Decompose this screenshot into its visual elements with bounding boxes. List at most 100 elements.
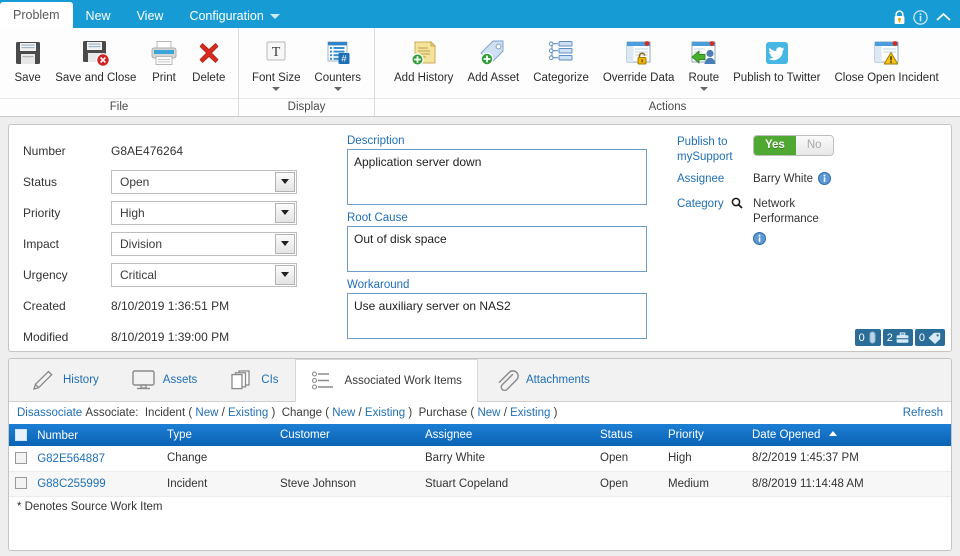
column-header-customer[interactable]: Customer <box>274 424 419 446</box>
impact-dropdown[interactable]: Division <box>111 232 297 256</box>
add-asset-button-label: Add Asset <box>467 72 519 85</box>
briefcase-icon <box>896 332 909 344</box>
assignee-row: Assignee Barry White <box>677 172 939 190</box>
status-dropdown[interactable]: Open <box>111 170 297 194</box>
chevron-down-icon[interactable] <box>275 234 295 254</box>
add-history-button-label: Add History <box>394 72 453 85</box>
assignee-label[interactable]: Assignee <box>677 172 753 187</box>
table-row[interactable]: G82E564887 Change Barry White Open High … <box>9 446 951 471</box>
work-item-number-link[interactable]: G82E564887 <box>37 453 105 465</box>
override-data-button[interactable]: Override Data <box>596 34 682 85</box>
ribbon-tab-configuration[interactable]: Configuration <box>176 4 292 28</box>
tags-badge-count: 0 <box>919 332 925 344</box>
categorize-icon <box>546 36 576 70</box>
table-row[interactable]: G88C255999 Incident Steve Johnson Stuart… <box>9 471 951 496</box>
column-header-type[interactable]: Type <box>161 424 274 446</box>
incident-new-link[interactable]: New <box>195 407 218 419</box>
urgency-dropdown[interactable]: Critical <box>111 263 297 287</box>
change-existing-link[interactable]: Existing <box>365 407 405 419</box>
collapse-ribbon-icon[interactable] <box>935 11 952 24</box>
ribbon-tab-view[interactable]: View <box>124 4 177 28</box>
add-history-button[interactable]: Add History <box>387 34 460 85</box>
work-items-badge[interactable]: 2 <box>883 329 913 346</box>
search-icon[interactable] <box>731 197 743 214</box>
associate-label: Associate: <box>85 407 138 419</box>
info-icon[interactable] <box>753 232 766 250</box>
font-size-button[interactable]: T Font Size <box>245 34 307 91</box>
associate-action-bar: Disassociate Associate: Incident ( New /… <box>9 402 951 424</box>
tab-assets[interactable]: Assets <box>115 359 214 401</box>
refresh-link[interactable]: Refresh <box>903 407 943 419</box>
override-data-icon <box>624 36 654 70</box>
info-icon[interactable] <box>818 172 831 190</box>
copies-icon <box>229 369 255 391</box>
counters-button[interactable]: # Counters <box>307 34 368 91</box>
purchase-existing-link[interactable]: Existing <box>510 407 550 419</box>
save-button[interactable]: Save <box>6 34 49 85</box>
chevron-down-icon[interactable] <box>275 172 295 192</box>
category-label[interactable]: Category <box>677 198 724 210</box>
close-open-incident-icon <box>872 36 902 70</box>
workaround-input[interactable]: Use auxiliary server on NAS2 <box>347 293 647 339</box>
chevron-down-icon[interactable] <box>700 87 708 91</box>
column-header-date-opened[interactable]: Date Opened <box>746 424 951 446</box>
chevron-down-icon[interactable] <box>334 87 342 91</box>
column-header-number[interactable]: Number <box>9 424 161 446</box>
select-all-checkbox[interactable] <box>15 429 27 441</box>
associated-work-items-panel: History Assets <box>8 358 952 551</box>
publish-toggle-yes[interactable]: Yes <box>754 136 796 155</box>
associate-change-label: Change <box>282 407 322 419</box>
add-asset-button[interactable]: Add Asset <box>460 34 526 85</box>
attachments-badge[interactable]: 0 <box>855 329 881 346</box>
ribbon-tab-problem[interactable]: Problem <box>0 2 73 28</box>
cell-customer <box>274 446 419 471</box>
cell-date-opened: 8/8/2019 11:14:48 AM <box>746 471 951 496</box>
ribbon-tab-new[interactable]: New <box>73 4 124 28</box>
column-header-assignee[interactable]: Assignee <box>419 424 594 446</box>
publish-toggle-control[interactable]: Yes No <box>753 135 834 156</box>
save-and-close-button[interactable]: Save and Close <box>49 34 142 85</box>
publish-to-twitter-button[interactable]: Publish to Twitter <box>726 34 827 85</box>
ribbon-group-actions-label: Actions <box>375 98 960 116</box>
column-header-priority[interactable]: Priority <box>662 424 746 446</box>
root-cause-input[interactable]: Out of disk space <box>347 226 647 272</box>
route-button[interactable]: Route <box>681 34 726 91</box>
change-new-link[interactable]: New <box>332 407 355 419</box>
chevron-down-icon[interactable] <box>275 203 295 223</box>
cell-number[interactable]: G82E564887 <box>9 446 161 471</box>
categorize-button[interactable]: Categorize <box>526 34 596 85</box>
publish-toggle[interactable]: Yes No <box>753 135 834 156</box>
tab-history[interactable]: History <box>15 359 115 401</box>
disassociate-link[interactable]: Disassociate <box>17 407 82 419</box>
save-and-close-button-label: Save and Close <box>55 72 136 85</box>
categorize-button-label: Categorize <box>533 72 589 85</box>
field-modified: Modified 8/10/2019 1:39:00 PM <box>23 321 339 352</box>
tab-cis[interactable]: CIs <box>213 359 294 401</box>
tags-badge[interactable]: 0 <box>915 329 945 346</box>
workaround-label: Workaround <box>347 279 659 291</box>
priority-dropdown[interactable]: High <box>111 201 297 225</box>
row-checkbox[interactable] <box>15 452 27 464</box>
tab-attachments[interactable]: Attachments <box>478 359 606 401</box>
incident-existing-link[interactable]: Existing <box>228 407 268 419</box>
print-button[interactable]: Print <box>142 34 185 85</box>
purchase-new-link[interactable]: New <box>477 407 500 419</box>
info-icon[interactable] <box>913 10 928 25</box>
tab-associated-work-items[interactable]: Associated Work Items <box>295 359 478 402</box>
attachments-badge-count: 0 <box>859 332 865 344</box>
status-label: Status <box>23 175 111 189</box>
row-checkbox[interactable] <box>15 477 27 489</box>
lock-icon[interactable] <box>893 10 906 25</box>
cell-assignee: Barry White <box>419 446 594 471</box>
detail-middle-column: Description Application server down Root… <box>339 135 659 343</box>
close-open-incident-button[interactable]: Close Open Incident <box>828 34 946 85</box>
work-item-number-link[interactable]: G88C255999 <box>37 478 105 490</box>
column-header-status[interactable]: Status <box>594 424 662 446</box>
delete-button[interactable]: Delete <box>186 34 232 85</box>
chevron-down-icon[interactable] <box>275 265 295 285</box>
chevron-down-icon[interactable] <box>272 87 280 91</box>
cell-number[interactable]: G88C255999 <box>9 471 161 496</box>
publish-toggle-no[interactable]: No <box>796 136 833 155</box>
description-input[interactable]: Application server down <box>347 149 647 205</box>
add-history-icon <box>409 36 439 70</box>
